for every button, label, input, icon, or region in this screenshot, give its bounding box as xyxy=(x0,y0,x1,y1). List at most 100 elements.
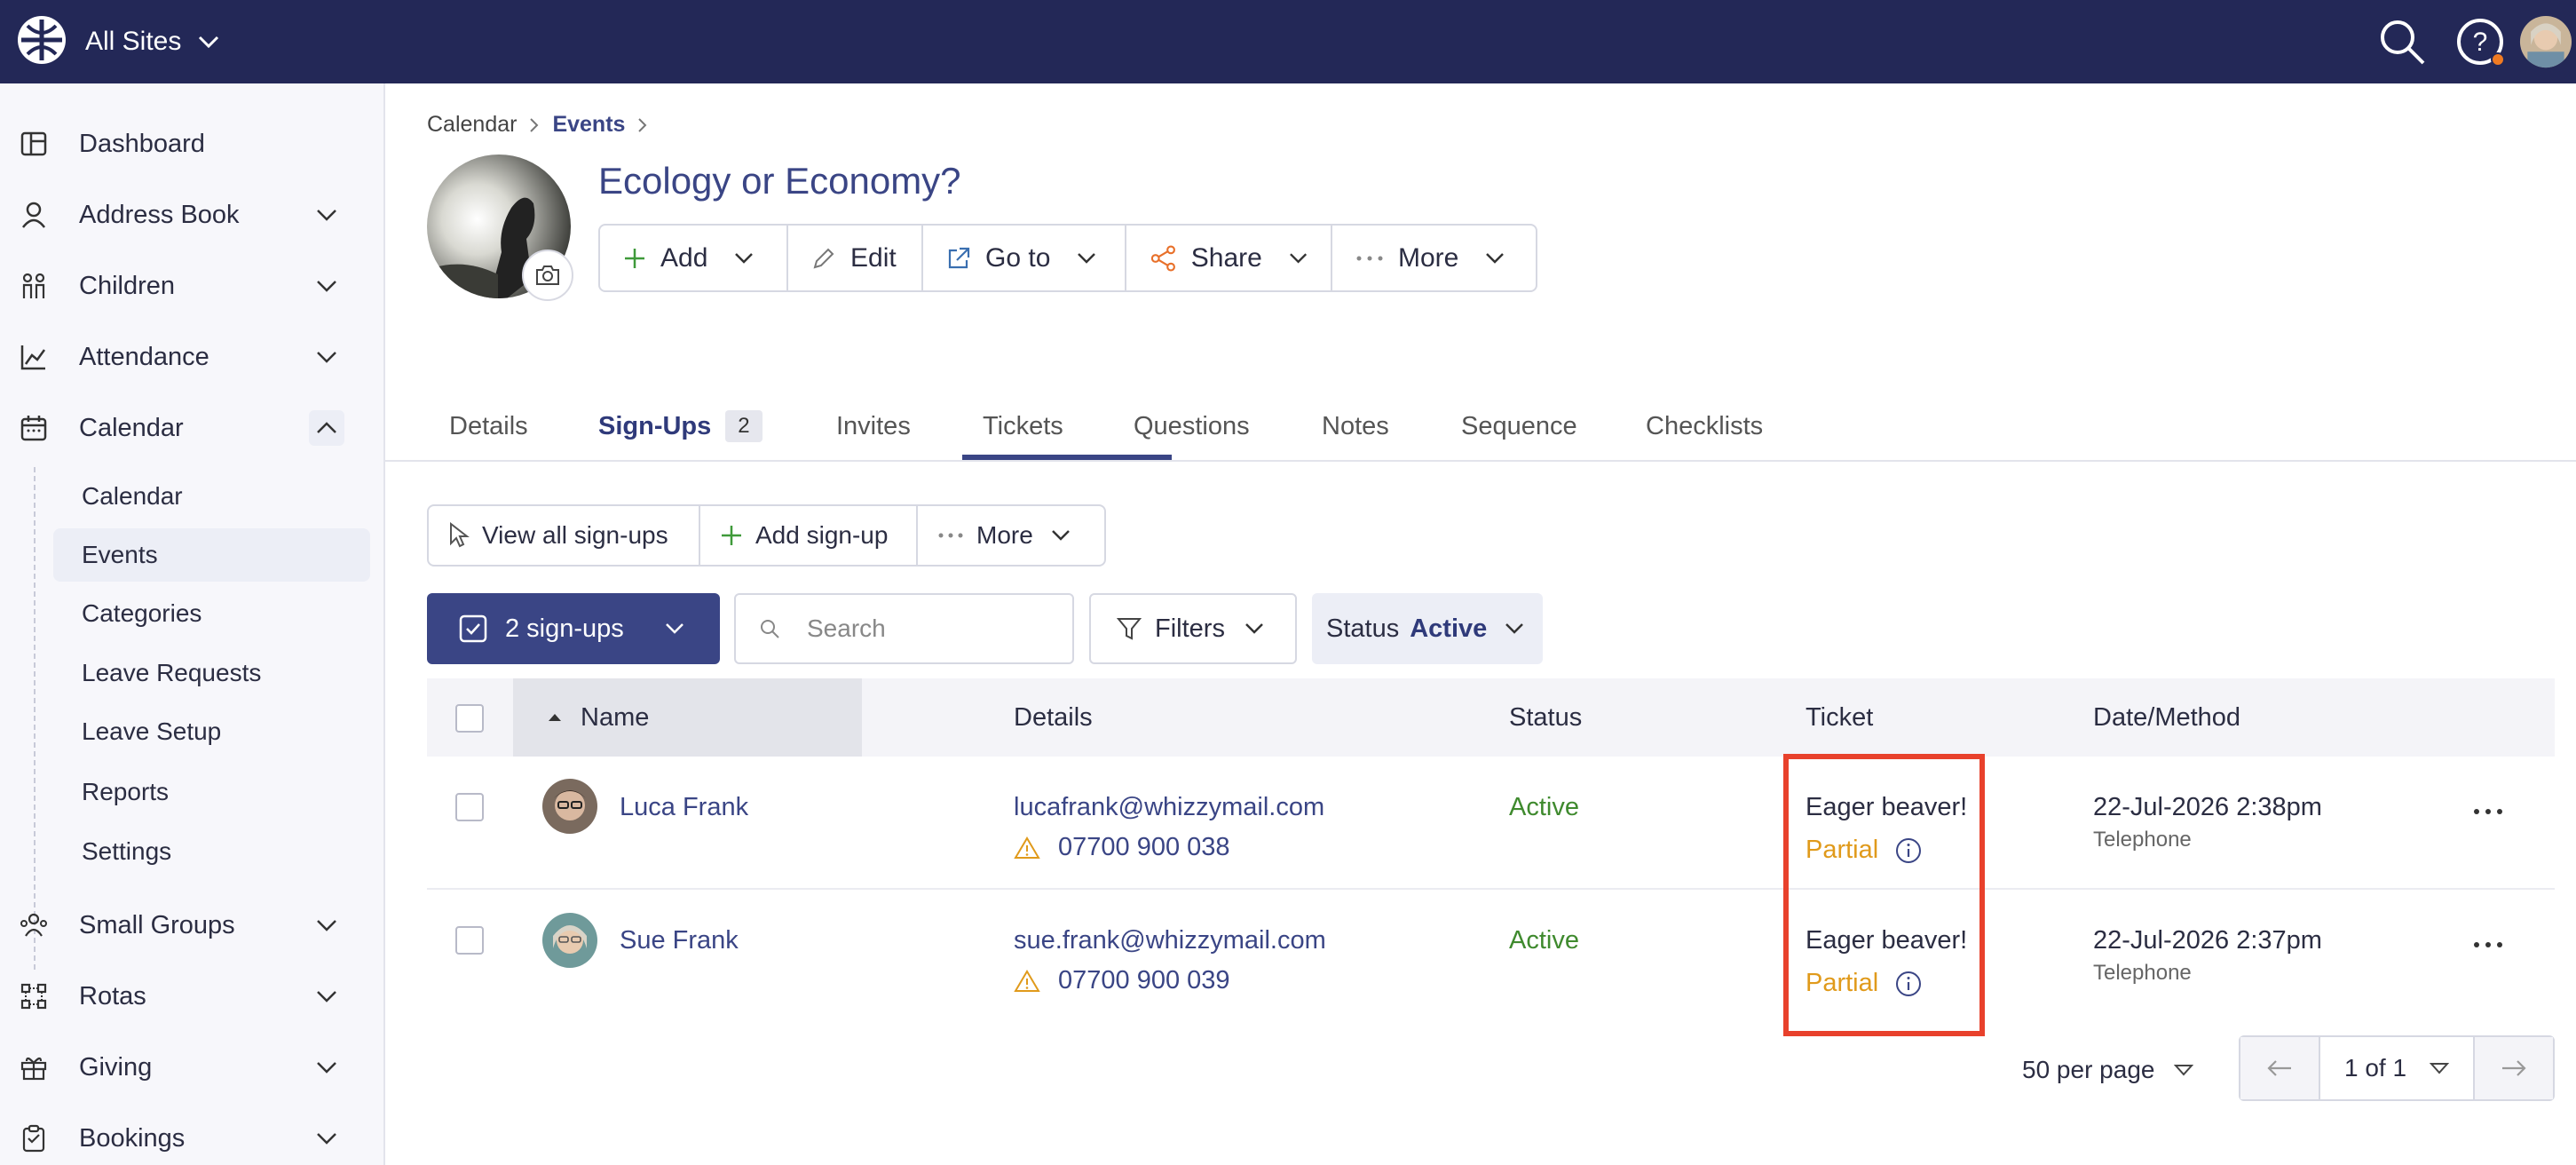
chevron-up-icon[interactable] xyxy=(309,410,344,446)
logo-icon[interactable] xyxy=(16,14,67,66)
tab-notes[interactable]: Notes xyxy=(1322,391,1389,462)
tab-label: Tickets xyxy=(983,411,1063,440)
per-page-label: 50 per page xyxy=(2022,1056,2155,1083)
chevron-right-icon xyxy=(530,117,539,132)
sidebar-item-attendance[interactable]: Attendance xyxy=(0,330,383,384)
gift-icon xyxy=(18,1051,50,1083)
share-button[interactable]: Share xyxy=(1126,226,1332,290)
column-label: Ticket xyxy=(1806,702,1874,732)
view-all-label: View all sign-ups xyxy=(482,521,668,549)
breadcrumb-events[interactable]: Events xyxy=(552,112,625,138)
sidebar-subitem-leave-setup[interactable]: Leave Setup xyxy=(53,705,370,758)
sidebar-item-dashboard[interactable]: Dashboard xyxy=(0,117,383,170)
add-signup-button[interactable]: Add sign-up xyxy=(700,506,918,565)
row-name-link[interactable]: Sue Frank xyxy=(620,926,739,955)
site-switcher[interactable]: All Sites xyxy=(85,20,220,64)
add-signup-label: Add sign-up xyxy=(755,521,889,549)
sidebar-item-address-book[interactable]: Address Book xyxy=(0,188,383,242)
sidebar-item-giving[interactable]: Giving xyxy=(0,1041,383,1094)
tab-label: Invites xyxy=(836,411,911,440)
row-actions-button[interactable] xyxy=(2473,922,2503,956)
ellipsis-icon xyxy=(2474,809,2502,814)
camera-icon[interactable] xyxy=(522,250,573,301)
per-page-select[interactable]: 50 per page xyxy=(2022,1048,2194,1092)
add-button[interactable]: Add xyxy=(600,226,788,290)
sidebar-subitem-calendar[interactable]: Calendar xyxy=(53,470,370,523)
row-phone[interactable]: 07700 900 038 xyxy=(1014,833,1230,862)
column-ticket: Ticket xyxy=(1806,678,1873,757)
sidebar-subitem-leave-requests[interactable]: Leave Requests xyxy=(53,646,370,700)
sidebar-item-small-groups[interactable]: Small Groups xyxy=(0,899,383,952)
more-button[interactable]: More xyxy=(1332,226,1536,290)
chevron-down-icon[interactable] xyxy=(309,339,344,375)
status-filter[interactable]: Status Active xyxy=(1312,593,1543,664)
column-date-method: Date/Method xyxy=(2093,678,2240,757)
tab-checklists[interactable]: Checklists xyxy=(1646,391,1763,462)
breadcrumb-calendar[interactable]: Calendar xyxy=(427,112,517,138)
sidebar-item-calendar[interactable]: Calendar xyxy=(0,401,383,455)
go-to-button[interactable]: Go to xyxy=(923,226,1126,290)
sort-asc-icon xyxy=(549,714,561,721)
tab-label: Notes xyxy=(1322,411,1389,440)
prev-page-button[interactable] xyxy=(2240,1037,2319,1099)
external-link-icon xyxy=(948,247,970,268)
tab-bar: Details Sign-Ups 2 Invites Tickets Quest… xyxy=(385,391,2576,462)
tab-questions[interactable]: Questions xyxy=(1134,391,1250,462)
row-email-link[interactable]: sue.frank@whizzymail.com xyxy=(1014,926,1326,955)
sidebar-item-label: Children xyxy=(79,271,175,300)
row-name-link[interactable]: Luca Frank xyxy=(620,793,748,822)
search-input[interactable]: Search xyxy=(734,593,1074,664)
filter-icon xyxy=(1116,618,1142,640)
edit-label: Edit xyxy=(850,242,897,273)
chevron-down-icon[interactable] xyxy=(309,197,344,233)
chevron-down-icon[interactable] xyxy=(309,1121,344,1156)
group-icon xyxy=(18,909,50,941)
go-to-label: Go to xyxy=(985,242,1051,273)
table-row[interactable] xyxy=(427,890,2555,1023)
chevron-down-icon xyxy=(1486,252,1505,264)
sidebar-item-children[interactable]: Children xyxy=(0,259,383,313)
select-all-checkbox[interactable] xyxy=(455,704,484,733)
row-phone[interactable]: 07700 900 039 xyxy=(1014,966,1230,995)
sidebar-subitem-categories[interactable]: Categories xyxy=(53,587,370,640)
dashboard-icon xyxy=(18,128,50,160)
view-all-signups-button[interactable]: View all sign-ups xyxy=(429,506,700,565)
chevron-down-icon xyxy=(199,36,219,49)
row-actions-button[interactable] xyxy=(2473,789,2503,823)
subitem-label: Events xyxy=(82,541,158,568)
ticket-column-highlight xyxy=(1783,754,1985,1036)
sidebar-subitem-settings[interactable]: Settings xyxy=(53,825,370,878)
pagination: 1 of 1 xyxy=(2239,1035,2555,1101)
sidebar-item-rotas[interactable]: Rotas xyxy=(0,970,383,1023)
edit-button[interactable]: Edit xyxy=(788,226,923,290)
user-avatar[interactable] xyxy=(2519,15,2572,68)
row-email-link[interactable]: lucafrank@whizzymail.com xyxy=(1014,793,1324,822)
row-checkbox[interactable] xyxy=(455,926,484,955)
next-page-button[interactable] xyxy=(2475,1037,2553,1099)
checkbox-checked-icon xyxy=(459,614,487,643)
signup-more-button[interactable]: More xyxy=(918,506,1104,565)
row-checkbox[interactable] xyxy=(455,793,484,821)
tab-sign-ups[interactable]: Sign-Ups 2 xyxy=(598,391,763,462)
column-name[interactable]: Name xyxy=(547,678,649,757)
sidebar-subitem-events[interactable]: Events xyxy=(53,528,370,582)
sidebar-subitem-reports[interactable]: Reports xyxy=(53,765,370,819)
selection-dropdown[interactable]: 2 sign-ups xyxy=(427,593,720,664)
chevron-down-icon[interactable] xyxy=(309,979,344,1014)
tab-invites[interactable]: Invites xyxy=(836,391,911,462)
row-date: 22-Jul-2026 2:38pm xyxy=(2093,793,2322,821)
breadcrumb: Calendar Events xyxy=(427,112,648,138)
chevron-down-icon[interactable] xyxy=(309,907,344,943)
share-icon xyxy=(1150,244,1175,272)
search-icon[interactable] xyxy=(2375,15,2429,68)
filters-button[interactable]: Filters xyxy=(1089,593,1297,664)
help-icon[interactable]: ? xyxy=(2454,15,2507,68)
page-select[interactable]: 1 of 1 xyxy=(2319,1037,2475,1099)
tab-details[interactable]: Details xyxy=(449,391,528,462)
tab-tickets[interactable]: Tickets xyxy=(983,391,1063,462)
tab-sequence[interactable]: Sequence xyxy=(1461,391,1577,462)
table-row[interactable] xyxy=(427,757,2555,890)
chevron-down-icon[interactable] xyxy=(309,268,344,304)
sidebar-item-bookings[interactable]: Bookings xyxy=(0,1112,383,1165)
chevron-down-icon[interactable] xyxy=(309,1050,344,1085)
